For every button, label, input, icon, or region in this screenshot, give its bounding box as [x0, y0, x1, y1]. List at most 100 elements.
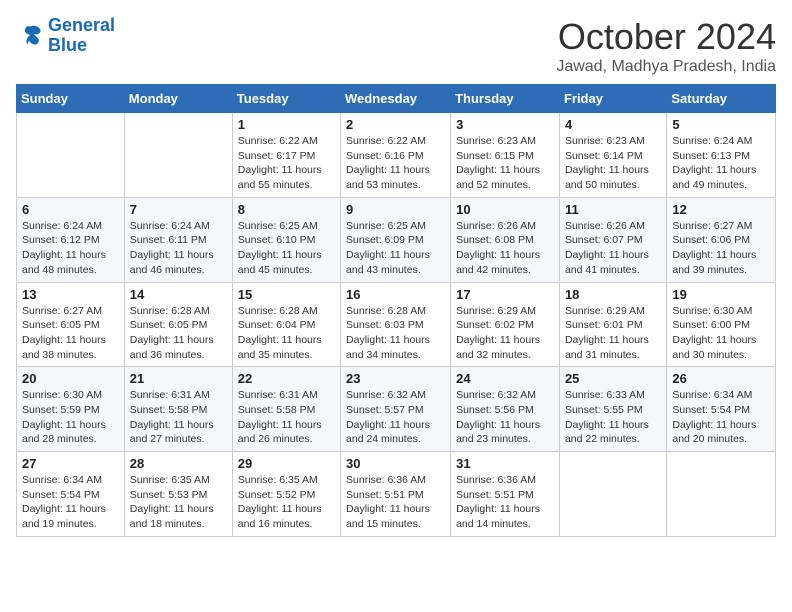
- day-number: 26: [672, 371, 770, 386]
- day-number: 13: [22, 287, 119, 302]
- calendar-cell: 23 Sunrise: 6:32 AMSunset: 5:57 PMDayligh…: [341, 367, 451, 452]
- day-info: Sunrise: 6:24 AMSunset: 6:12 PMDaylight:…: [22, 219, 119, 278]
- day-number: 10: [456, 202, 554, 217]
- calendar-week-4: 20 Sunrise: 6:30 AMSunset: 5:59 PMDayligh…: [17, 367, 776, 452]
- day-info: Sunrise: 6:31 AMSunset: 5:58 PMDaylight:…: [238, 388, 335, 447]
- calendar-cell: 15 Sunrise: 6:28 AMSunset: 6:04 PMDayligh…: [232, 282, 340, 367]
- calendar-cell: 9Sunrise: 6:25 AMSunset: 6:09 PMDaylight…: [341, 197, 451, 282]
- day-number: 25: [565, 371, 661, 386]
- calendar-cell: [667, 452, 776, 537]
- calendar-cell: 20 Sunrise: 6:30 AMSunset: 5:59 PMDayligh…: [17, 367, 125, 452]
- day-info: Sunrise: 6:26 AMSunset: 6:07 PMDaylight:…: [565, 219, 661, 278]
- day-number: 21: [130, 371, 227, 386]
- day-number: 24: [456, 371, 554, 386]
- day-number: 12: [672, 202, 770, 217]
- header-day-monday: Monday: [124, 85, 232, 113]
- calendar-cell: 28 Sunrise: 6:35 AMSunset: 5:53 PMDayligh…: [124, 452, 232, 537]
- calendar-header-row: SundayMondayTuesdayWednesdayThursdayFrid…: [17, 85, 776, 113]
- location: Jawad, Madhya Pradesh, India: [556, 58, 776, 76]
- calendar-cell: 24 Sunrise: 6:32 AMSunset: 5:56 PMDayligh…: [451, 367, 560, 452]
- day-info: Sunrise: 6:35 AMSunset: 5:53 PMDaylight:…: [130, 473, 227, 532]
- header-day-thursday: Thursday: [451, 85, 560, 113]
- calendar-cell: 11 Sunrise: 6:26 AMSunset: 6:07 PMDayligh…: [559, 197, 666, 282]
- day-number: 29: [238, 456, 335, 471]
- day-info: Sunrise: 6:29 AMSunset: 6:01 PMDaylight:…: [565, 304, 661, 363]
- day-info: Sunrise: 6:32 AMSunset: 5:57 PMDaylight:…: [346, 388, 445, 447]
- logo-icon: [16, 22, 44, 50]
- calendar-cell: 6 Sunrise: 6:24 AMSunset: 6:12 PMDaylight…: [17, 197, 125, 282]
- calendar-cell: 4 Sunrise: 6:23 AMSunset: 6:14 PMDaylight…: [559, 113, 666, 198]
- day-info: Sunrise: 6:24 AMSunset: 6:11 PMDaylight:…: [130, 219, 227, 278]
- day-info: Sunrise: 6:27 AMSunset: 6:05 PMDaylight:…: [22, 304, 119, 363]
- logo-text: General Blue: [48, 16, 115, 56]
- day-number: 28: [130, 456, 227, 471]
- day-number: 18: [565, 287, 661, 302]
- day-number: 7: [130, 202, 227, 217]
- day-info: Sunrise: 6:22 AMSunset: 6:16 PMDaylight:…: [346, 134, 445, 193]
- calendar-cell: 13 Sunrise: 6:27 AMSunset: 6:05 PMDayligh…: [17, 282, 125, 367]
- day-info: Sunrise: 6:27 AMSunset: 6:06 PMDaylight:…: [672, 219, 770, 278]
- day-info: Sunrise: 6:29 AMSunset: 6:02 PMDaylight:…: [456, 304, 554, 363]
- calendar-cell: 14Sunrise: 6:28 AMSunset: 6:05 PMDayligh…: [124, 282, 232, 367]
- day-info: Sunrise: 6:26 AMSunset: 6:08 PMDaylight:…: [456, 219, 554, 278]
- day-number: 23: [346, 371, 445, 386]
- calendar-week-3: 13 Sunrise: 6:27 AMSunset: 6:05 PMDayligh…: [17, 282, 776, 367]
- day-info: Sunrise: 6:25 AMSunset: 6:10 PMDaylight:…: [238, 219, 335, 278]
- day-info: Sunrise: 6:32 AMSunset: 5:56 PMDaylight:…: [456, 388, 554, 447]
- calendar-cell: [124, 113, 232, 198]
- header-day-tuesday: Tuesday: [232, 85, 340, 113]
- day-number: 6: [22, 202, 119, 217]
- day-number: 1: [238, 117, 335, 132]
- calendar-week-1: 1Sunrise: 6:22 AMSunset: 6:17 PMDaylight…: [17, 113, 776, 198]
- day-info: Sunrise: 6:24 AMSunset: 6:13 PMDaylight:…: [672, 134, 770, 193]
- header-day-friday: Friday: [559, 85, 666, 113]
- day-number: 4: [565, 117, 661, 132]
- calendar-cell: [559, 452, 666, 537]
- day-number: 20: [22, 371, 119, 386]
- calendar-cell: 7 Sunrise: 6:24 AMSunset: 6:11 PMDaylight…: [124, 197, 232, 282]
- calendar-cell: 30Sunrise: 6:36 AMSunset: 5:51 PMDayligh…: [341, 452, 451, 537]
- calendar-cell: 12 Sunrise: 6:27 AMSunset: 6:06 PMDayligh…: [667, 197, 776, 282]
- day-number: 15: [238, 287, 335, 302]
- day-number: 11: [565, 202, 661, 217]
- calendar-cell: 25 Sunrise: 6:33 AMSunset: 5:55 PMDayligh…: [559, 367, 666, 452]
- calendar-cell: 19Sunrise: 6:30 AMSunset: 6:00 PMDayligh…: [667, 282, 776, 367]
- day-info: Sunrise: 6:28 AMSunset: 6:04 PMDaylight:…: [238, 304, 335, 363]
- day-number: 31: [456, 456, 554, 471]
- calendar-cell: 22 Sunrise: 6:31 AMSunset: 5:58 PMDayligh…: [232, 367, 340, 452]
- day-number: 5: [672, 117, 770, 132]
- calendar-cell: 29 Sunrise: 6:35 AMSunset: 5:52 PMDayligh…: [232, 452, 340, 537]
- day-number: 8: [238, 202, 335, 217]
- calendar-cell: 10 Sunrise: 6:26 AMSunset: 6:08 PMDayligh…: [451, 197, 560, 282]
- day-number: 30: [346, 456, 445, 471]
- day-info: Sunrise: 6:33 AMSunset: 5:55 PMDaylight:…: [565, 388, 661, 447]
- day-number: 2: [346, 117, 445, 132]
- header-day-sunday: Sunday: [17, 85, 125, 113]
- calendar-cell: 5 Sunrise: 6:24 AMSunset: 6:13 PMDaylight…: [667, 113, 776, 198]
- day-number: 17: [456, 287, 554, 302]
- header-day-wednesday: Wednesday: [341, 85, 451, 113]
- day-info: Sunrise: 6:34 AMSunset: 5:54 PMDaylight:…: [672, 388, 770, 447]
- calendar-table: SundayMondayTuesdayWednesdayThursdayFrid…: [16, 84, 776, 537]
- day-number: 19: [672, 287, 770, 302]
- day-number: 22: [238, 371, 335, 386]
- calendar-week-2: 6 Sunrise: 6:24 AMSunset: 6:12 PMDaylight…: [17, 197, 776, 282]
- day-info: Sunrise: 6:34 AMSunset: 5:54 PMDaylight:…: [22, 473, 119, 532]
- page-header: General Blue October 2024 Jawad, Madhya …: [16, 16, 776, 76]
- day-info: Sunrise: 6:31 AMSunset: 5:58 PMDaylight:…: [130, 388, 227, 447]
- calendar-cell: 3Sunrise: 6:23 AMSunset: 6:15 PMDaylight…: [451, 113, 560, 198]
- day-info: Sunrise: 6:30 AMSunset: 5:59 PMDaylight:…: [22, 388, 119, 447]
- logo: General Blue: [16, 16, 115, 56]
- day-number: 27: [22, 456, 119, 471]
- calendar-cell: 21 Sunrise: 6:31 AMSunset: 5:58 PMDayligh…: [124, 367, 232, 452]
- calendar-cell: 16Sunrise: 6:28 AMSunset: 6:03 PMDayligh…: [341, 282, 451, 367]
- header-day-saturday: Saturday: [667, 85, 776, 113]
- month-title: October 2024: [556, 16, 776, 58]
- day-info: Sunrise: 6:23 AMSunset: 6:14 PMDaylight:…: [565, 134, 661, 193]
- calendar-cell: 18 Sunrise: 6:29 AMSunset: 6:01 PMDayligh…: [559, 282, 666, 367]
- day-info: Sunrise: 6:35 AMSunset: 5:52 PMDaylight:…: [238, 473, 335, 532]
- calendar-cell: 31Sunrise: 6:36 AMSunset: 5:51 PMDayligh…: [451, 452, 560, 537]
- calendar-cell: 17 Sunrise: 6:29 AMSunset: 6:02 PMDayligh…: [451, 282, 560, 367]
- day-number: 9: [346, 202, 445, 217]
- day-number: 14: [130, 287, 227, 302]
